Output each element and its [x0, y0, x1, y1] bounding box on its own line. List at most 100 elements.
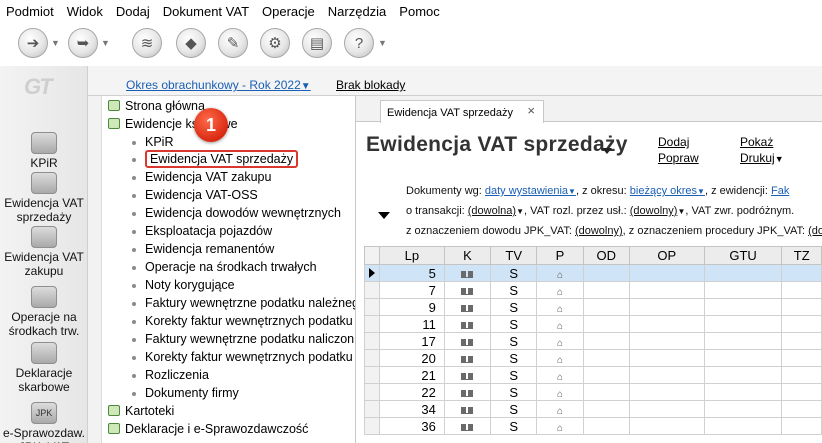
blockade-link[interactable]: Brak blokady	[336, 78, 405, 92]
tree-item-deklaracje[interactable]: Deklaracje i e-Sprawozdawczość	[108, 420, 308, 438]
table-row[interactable]: 22 S ⌂	[364, 383, 822, 401]
back-button[interactable]: ➔	[18, 28, 48, 58]
menu-operacje[interactable]: Operacje	[262, 4, 315, 19]
popraw-button[interactable]: Popraw	[658, 151, 699, 165]
cell-op	[628, 264, 705, 282]
arrow-left-icon: ➔	[26, 35, 40, 52]
menu-pomoc[interactable]: Pomoc	[399, 4, 439, 19]
book-icon	[108, 118, 120, 129]
chevron-down-icon[interactable]: ▼	[516, 207, 524, 216]
table-row[interactable]: 36 S ⌂	[364, 417, 822, 435]
coins-button[interactable]: ≋	[132, 28, 162, 58]
table-row[interactable]: 20 S ⌂	[364, 349, 822, 367]
cell-p: ⌂	[536, 400, 584, 418]
column-lp[interactable]: Lp	[378, 246, 445, 265]
collapse-filters-icon[interactable]	[378, 212, 390, 219]
forward-button[interactable]: ➥	[68, 28, 98, 58]
chevron-down-icon[interactable]: ▼	[697, 187, 705, 196]
column-tv[interactable]: TV	[490, 246, 538, 265]
table-row[interactable]: 11 S ⌂	[364, 315, 822, 333]
filter-period[interactable]: bieżący okres	[630, 185, 697, 197]
cell-lp: 9	[378, 298, 445, 316]
cell-p: ⌂	[536, 298, 584, 316]
tree-item-faktury-naliczone[interactable]: Faktury wewnętrzne podatku naliczon	[132, 330, 354, 348]
tab-bar: Ewidencja VAT sprzedaży ×	[356, 96, 822, 123]
dodaj-button[interactable]: Dodaj	[658, 135, 689, 149]
column-k[interactable]: K	[443, 246, 492, 265]
home-icon: ⌂	[556, 320, 563, 332]
column-op[interactable]: OP	[628, 246, 705, 265]
column-tz[interactable]: TZ	[781, 246, 822, 265]
tree-item-dowody-wewnetrzne[interactable]: Ewidencja dowodów wewnętrznych	[132, 204, 341, 222]
close-icon[interactable]: ×	[527, 103, 535, 118]
eraser-button[interactable]: ◆	[176, 28, 206, 58]
tree-item-noty[interactable]: Noty korygujące	[132, 276, 235, 294]
drukuj-button[interactable]: Drukuj▼	[740, 151, 784, 165]
menu-widok[interactable]: Widok	[67, 4, 103, 19]
period-selector[interactable]: Okres obrachunkowy - Rok 2022▼	[126, 78, 311, 92]
chevron-down-icon[interactable]: ▼	[378, 38, 387, 48]
tree-item-remanenty[interactable]: Ewidencja remanentów	[132, 240, 274, 258]
chevron-down-icon[interactable]: ▼	[101, 38, 110, 48]
table-row[interactable]: 9 S ⌂	[364, 298, 822, 316]
column-gtu[interactable]: GTU	[703, 246, 783, 265]
filter-vat-settlement[interactable]: (dowolny)	[630, 205, 678, 217]
left-panel-jpk[interactable]: JPK e-Sprawozdaw. JPK_VAT	[0, 402, 88, 443]
tree-item-vat-oss[interactable]: Ewidencja VAT-OSS	[132, 186, 258, 204]
chevron-down-icon[interactable]	[602, 146, 614, 156]
table-row[interactable]: 5 S ⌂	[364, 264, 822, 282]
tree-item-kartoteki[interactable]: Kartoteki	[108, 402, 174, 420]
chevron-down-icon[interactable]: ▼	[51, 38, 60, 48]
menu-narzedzia[interactable]: Narzędzia	[328, 4, 387, 19]
filter-jpk-procedure[interactable]: (dowolne	[808, 225, 822, 237]
cell-p: ⌂	[536, 315, 584, 333]
table-row[interactable]: 34 S ⌂	[364, 400, 822, 418]
pokaz-button[interactable]: Pokaż	[740, 135, 773, 149]
coins-icon	[31, 172, 57, 194]
table-row[interactable]: 7 S ⌂	[364, 281, 822, 299]
tree-item-korekty-nalezne[interactable]: Korekty faktur wewnętrznych podatku	[132, 312, 353, 330]
tree-item-srodki-trwale[interactable]: Operacje na środkach trwałych	[132, 258, 317, 276]
home-icon: ⌂	[556, 371, 563, 383]
menu-dodaj[interactable]: Dodaj	[116, 4, 150, 19]
filter-register[interactable]: Fak	[771, 185, 789, 197]
left-panel-kpir[interactable]: KPiR	[0, 132, 88, 170]
filter-date-type[interactable]: daty wystawienia	[485, 185, 568, 197]
row-indicator	[364, 417, 380, 435]
tools-button[interactable]: ✎	[218, 28, 248, 58]
assets-icon	[31, 286, 57, 308]
table-row[interactable]: 17 S ⌂	[364, 332, 822, 350]
menu-dokument-vat[interactable]: Dokument VAT	[163, 4, 249, 19]
cell-op	[628, 281, 705, 299]
tree-item-korekty-naliczone[interactable]: Korekty faktur wewnętrznych podatku	[132, 348, 353, 366]
records-table: Lp K TV P OD OP GTU TZ 5 S ⌂ 7 S ⌂ 9 S ⌂ 11 S ⌂ 17 S ⌂…	[364, 246, 822, 435]
cell-tv: S	[490, 349, 538, 367]
tree-item-faktury-nalezne[interactable]: Faktury wewnętrzne podatku należneg	[132, 294, 355, 312]
cell-p: ⌂	[536, 417, 584, 435]
tree-item-dokumenty-firmy[interactable]: Dokumenty firmy	[132, 384, 239, 402]
tree-item-rozliczenia[interactable]: Rozliczenia	[132, 366, 209, 384]
help-button[interactable]: ?	[344, 28, 374, 58]
left-panel-deklaracje[interactable]: Deklaracje skarbowe	[0, 342, 88, 394]
print-button[interactable]: ▤	[302, 28, 332, 58]
tree-item-pojazdy[interactable]: Eksploatacja pojazdów	[132, 222, 272, 240]
tree-item-kpir[interactable]: KPiR	[132, 133, 173, 151]
left-panel-srodki-trwale[interactable]: Operacje na środkach trw.	[0, 286, 88, 338]
settings-button[interactable]: ⚙	[260, 28, 290, 58]
menu-podmiot[interactable]: Podmiot	[6, 4, 54, 19]
table-row[interactable]: 21 S ⌂	[364, 366, 822, 384]
home-icon	[108, 100, 120, 111]
column-p[interactable]: P	[536, 246, 584, 265]
tree-item-vat-zakupu[interactable]: Ewidencja VAT zakupu	[132, 168, 271, 186]
tree-item-strona-glowna[interactable]: Strona główna	[108, 97, 205, 115]
filter-jpk-document[interactable]: (dowolny)	[575, 225, 623, 237]
left-panel-vat-zakupu[interactable]: Ewidencja VAT zakupu	[0, 226, 88, 278]
tree-item-vat-sprzedazy[interactable]: Ewidencja VAT sprzedaży	[132, 150, 299, 168]
cell-od	[582, 315, 630, 333]
chevron-down-icon[interactable]: ▼	[568, 187, 576, 196]
column-od[interactable]: OD	[582, 246, 630, 265]
filter-transaction[interactable]: (dowolna)	[468, 205, 516, 217]
tab-vat-sprzedazy[interactable]: Ewidencja VAT sprzedaży ×	[380, 100, 544, 123]
home-icon: ⌂	[556, 303, 563, 315]
left-panel-vat-sprzedazy[interactable]: Ewidencja VAT sprzedaży	[0, 172, 88, 224]
